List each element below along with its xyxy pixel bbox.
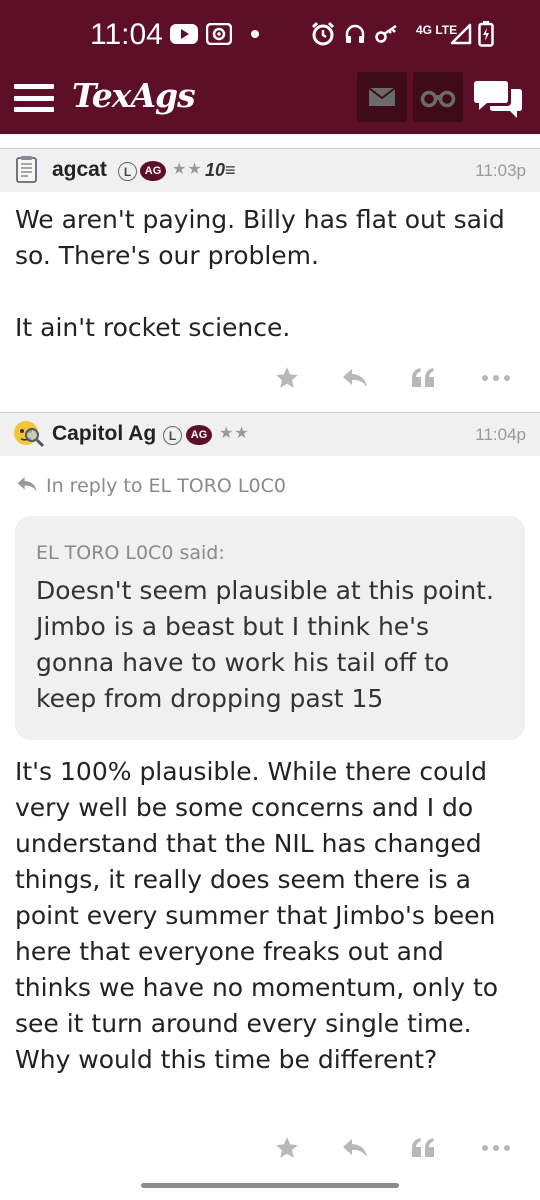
- member-rank: 10≡: [205, 160, 236, 180]
- quote-icon[interactable]: [403, 360, 443, 396]
- quote-icon[interactable]: [403, 1130, 443, 1166]
- post-body: It's 100% plausible. While there could v…: [15, 754, 527, 1078]
- post-actions: [0, 1128, 540, 1168]
- headphones-icon: [344, 20, 366, 48]
- youtube-icon: [170, 20, 198, 48]
- post-paragraph: We aren't paying. Billy has flat out sai…: [15, 205, 505, 270]
- reply-to-text: In reply to EL TORO L0C0: [46, 475, 286, 497]
- quote-author: EL TORO L0C0 said:: [36, 542, 225, 564]
- radio-icon: [206, 20, 232, 48]
- post-time: 11:04p: [475, 425, 526, 444]
- member-stars: ★★: [219, 423, 250, 442]
- alarm-icon: [310, 20, 336, 48]
- more-icon[interactable]: [476, 1130, 516, 1166]
- more-icon[interactable]: [476, 360, 516, 396]
- app-bar: TexAgs: [0, 66, 540, 134]
- menu-icon[interactable]: [14, 80, 54, 116]
- reply-arrow-icon: [16, 475, 38, 498]
- post-time: 11:03p: [475, 161, 526, 180]
- status-bar: 11:04 4G LTE: [0, 0, 540, 66]
- notepad-avatar-icon[interactable]: [12, 155, 42, 185]
- magnifier-avatar-icon[interactable]: [12, 419, 45, 449]
- home-indicator[interactable]: [141, 1183, 399, 1188]
- ag-badge: AG: [140, 161, 166, 181]
- post-paragraph: It's 100% plausible. While there could v…: [15, 757, 499, 1074]
- quote-block: EL TORO L0C0 said: Doesn't seem plausibl…: [15, 516, 525, 740]
- lifetime-badge: L: [163, 426, 182, 445]
- quote-text: Doesn't seem plausible at this point. Ji…: [36, 576, 494, 713]
- post-username[interactable]: agcat: [52, 158, 107, 182]
- texags-logo[interactable]: TexAgs: [72, 76, 196, 115]
- reply-link[interactable]: In reply to EL TORO L0C0: [16, 472, 286, 500]
- battery-charging-icon: [478, 20, 494, 48]
- reply-icon[interactable]: [335, 1130, 375, 1166]
- post-paragraph: It ain't rocket science.: [15, 313, 291, 342]
- lifetime-badge: L: [118, 162, 137, 181]
- mail-icon[interactable]: [357, 72, 407, 122]
- status-time: 11:04: [90, 18, 163, 51]
- star-icon[interactable]: [267, 1130, 307, 1166]
- post-body: We aren't paying. Billy has flat out sai…: [15, 202, 527, 346]
- binoculars-icon[interactable]: [413, 72, 463, 122]
- post-header: agcat L AG ★★ 10≡ 11:03p: [0, 148, 540, 192]
- star-icon[interactable]: [267, 360, 307, 396]
- notification-dot-icon: [250, 20, 260, 48]
- post-actions: [0, 358, 540, 398]
- post-header: Capitol Ag L AG ★★ 11:04p: [0, 412, 540, 456]
- key-icon: [374, 20, 400, 48]
- post-username[interactable]: Capitol Ag: [52, 422, 156, 446]
- member-stars: ★★: [172, 159, 203, 178]
- reply-icon[interactable]: [335, 360, 375, 396]
- signal-icon: [450, 20, 472, 48]
- chat-icon[interactable]: [470, 74, 526, 124]
- ag-badge: AG: [186, 425, 212, 445]
